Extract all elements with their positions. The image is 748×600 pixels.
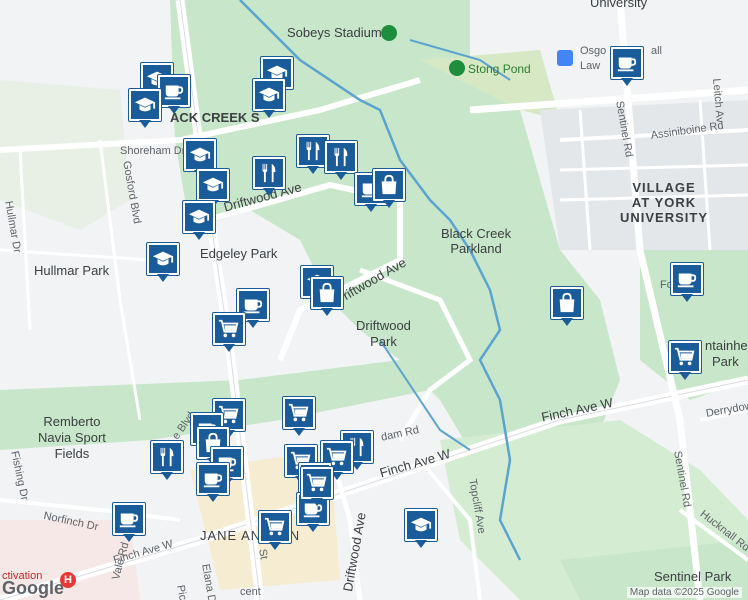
coffee-cup-icon <box>199 465 227 493</box>
map-marker-fork-knife[interactable] <box>150 440 186 484</box>
map-marker-coffee-cup[interactable] <box>610 46 646 90</box>
map-marker-fork-knife[interactable] <box>252 156 288 200</box>
shopping-cart-icon <box>261 513 289 541</box>
school-poi-icon[interactable] <box>557 50 573 66</box>
fork-knife-icon <box>255 159 283 187</box>
graduation-cap-icon <box>185 203 213 231</box>
map-marker-shopping-bag[interactable] <box>310 276 346 320</box>
map-canvas[interactable]: H Sobeys Stadium University Osgo all Law… <box>0 0 748 600</box>
map-marker-shopping-bag[interactable] <box>550 286 586 330</box>
label-osgoode-law: Law <box>580 60 601 72</box>
shopping-bag-icon <box>375 171 403 199</box>
label-park: Park <box>712 354 739 369</box>
map-marker-shopping-bag[interactable] <box>372 168 408 212</box>
map-marker-coffee-cup[interactable] <box>196 462 232 506</box>
label-university: University <box>590 0 648 10</box>
shopping-cart-icon <box>285 399 313 427</box>
graduation-cap-icon <box>407 511 435 539</box>
shopping-cart-icon <box>303 469 331 497</box>
shopping-cart-icon <box>215 315 243 343</box>
shopping-bag-icon <box>553 289 581 317</box>
coffee-cup-icon <box>115 505 143 533</box>
google-logo[interactable]: Google <box>2 578 64 599</box>
map-marker-shopping-cart[interactable] <box>668 340 704 384</box>
map-marker-coffee-cup[interactable] <box>112 502 148 546</box>
map-marker-shopping-cart[interactable] <box>300 466 336 510</box>
map-marker-graduation-cap[interactable] <box>182 200 218 244</box>
label-shoreham-dr: Shoreham Dr <box>120 145 186 157</box>
map-marker-shopping-cart[interactable] <box>282 396 318 440</box>
label-sentinel-park: Sentinel Park <box>654 569 732 584</box>
label-black-creek-parkland: Black Creek Parkland <box>441 226 512 256</box>
stadium-poi-icon[interactable] <box>381 25 397 41</box>
map-marker-graduation-cap[interactable] <box>128 88 164 132</box>
map-marker-graduation-cap[interactable] <box>146 242 182 286</box>
graduation-cap-icon <box>186 141 214 169</box>
shopping-cart-icon <box>671 343 699 371</box>
label-osgoode: Osgo <box>580 45 607 57</box>
label-edgeley-park: Edgeley Park <box>200 246 278 261</box>
shopping-bag-icon <box>313 279 341 307</box>
fork-knife-icon <box>299 137 327 165</box>
label-driftwood-park: Driftwood Park <box>356 318 411 349</box>
graduation-cap-icon <box>255 81 283 109</box>
map-marker-shopping-cart[interactable] <box>212 312 248 356</box>
label-hullmar-park: Hullmar Park <box>34 263 110 278</box>
map-marker-coffee-cup[interactable] <box>670 262 706 306</box>
label-village-york-university: VILLAGE AT YORK UNIVERSITY <box>620 180 709 225</box>
label-crescent: cent <box>240 586 261 598</box>
pond-poi-icon[interactable] <box>449 60 465 76</box>
fork-knife-icon <box>153 443 181 471</box>
map-marker-graduation-cap[interactable] <box>252 78 288 122</box>
coffee-cup-icon <box>160 77 188 105</box>
graduation-cap-icon <box>199 171 227 199</box>
label-remberto-navia: Remberto Navia Sport Fields <box>38 414 106 461</box>
map-marker-shopping-cart[interactable] <box>258 510 294 554</box>
coffee-cup-icon <box>673 265 701 293</box>
graduation-cap-icon <box>131 91 159 119</box>
label-stong-pond: Stong Pond <box>468 62 531 76</box>
label-osgoode-hall: all <box>651 45 663 57</box>
graduation-cap-icon <box>149 245 177 273</box>
fork-knife-icon <box>327 143 355 171</box>
label-sobeys-stadium: Sobeys Stadium <box>287 25 382 40</box>
map-attribution[interactable]: Map data ©2025 Google <box>626 587 742 598</box>
map-marker-graduation-cap[interactable] <box>404 508 440 552</box>
coffee-cup-icon <box>613 49 641 77</box>
label-fountainhead-park: ntainhea <box>705 338 748 353</box>
